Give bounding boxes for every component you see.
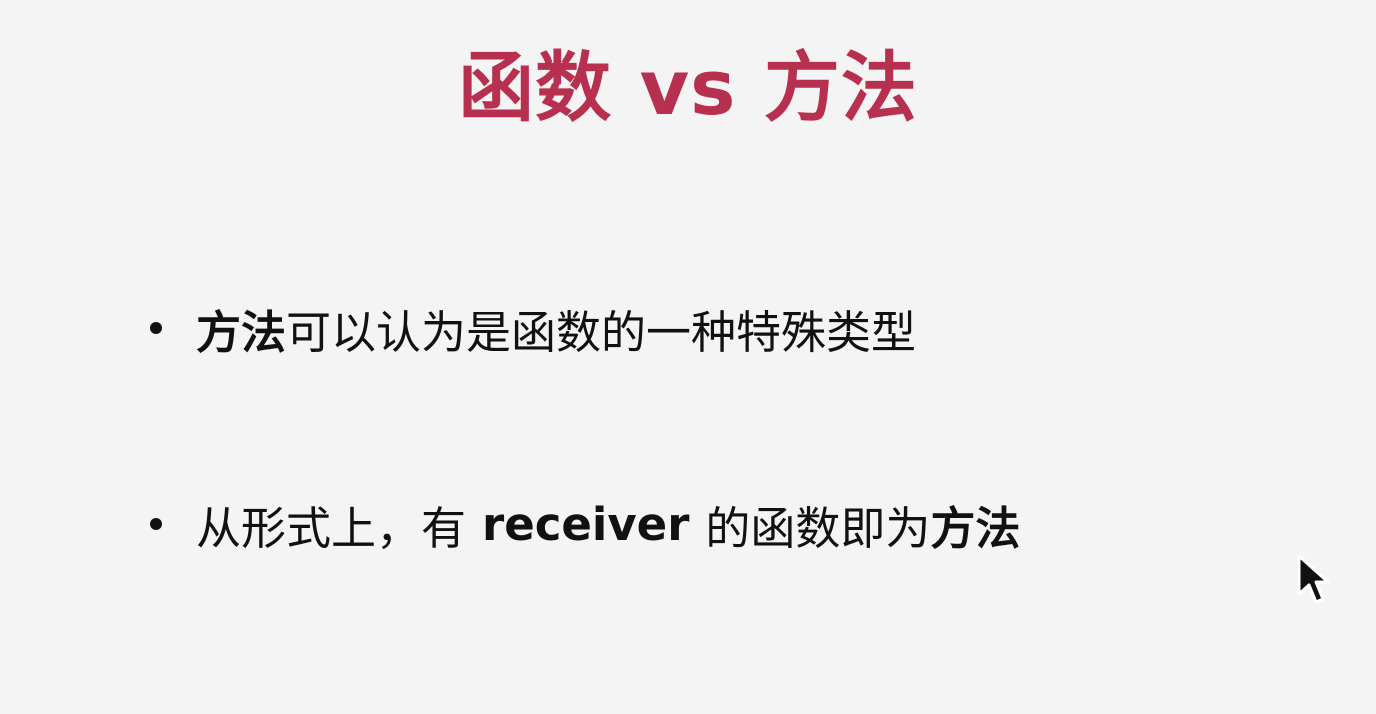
bullet-text: 可以认为是函数的一种特殊类型 xyxy=(286,305,917,359)
bullet-icon xyxy=(150,518,162,530)
bullet-strong-end-text: 方法 xyxy=(930,501,1021,555)
bullet-prefix-text: 从形式上，有 xyxy=(196,501,467,555)
cursor-arrow-icon xyxy=(1297,554,1329,604)
bullet-icon xyxy=(150,322,162,334)
bullet-strong-text: 方法 xyxy=(196,305,287,359)
receiver-text: receiver xyxy=(482,497,690,551)
bullet-list: 方法 可以认为是函数的一种特殊类型 从形式上，有 receiver 的函数即为 … xyxy=(150,290,1020,562)
bullet-item: 从形式上，有 receiver 的函数即为 方法 xyxy=(150,486,1020,562)
bullet-middle-text: 的函数即为 xyxy=(705,501,931,555)
slide-title: 函数 vs 方法 xyxy=(458,43,918,132)
presentation-slide: 函数 vs 方法 方法 可以认为是函数的一种特殊类型 从形式上，有 receiv… xyxy=(0,0,1376,714)
bullet-item: 方法 可以认为是函数的一种特殊类型 xyxy=(150,290,1020,366)
